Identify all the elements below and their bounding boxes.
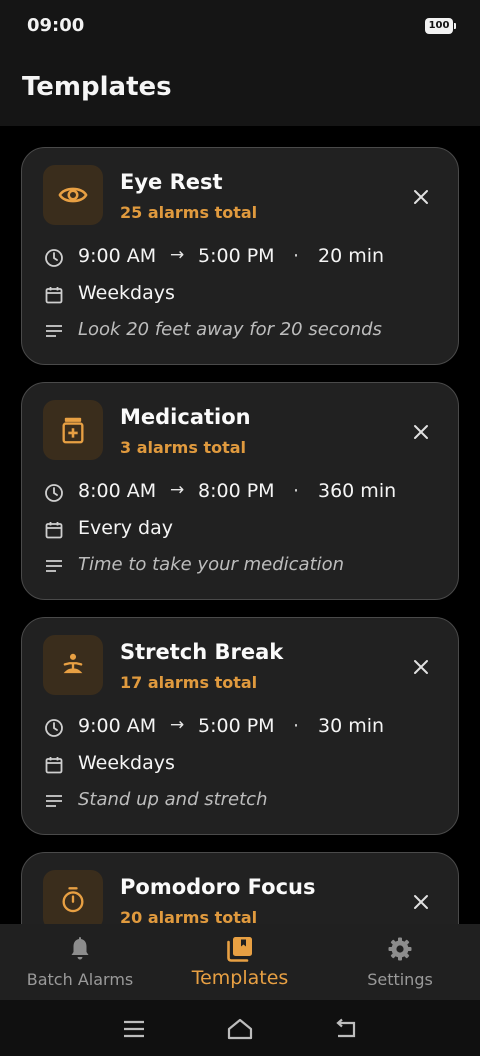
alarm-count: 17 alarms total [120, 673, 258, 692]
template-name: Medication [120, 405, 251, 429]
end-time: 5:00 PM [198, 715, 275, 737]
interval: 20 min [318, 245, 385, 267]
separator-dot: · [293, 480, 300, 502]
separator-dot: · [293, 245, 300, 267]
nav-settings[interactable]: Settings [320, 924, 480, 1000]
alarm-count: 3 alarms total [120, 438, 247, 457]
interval: 360 min [318, 480, 397, 502]
clock-icon [43, 247, 65, 269]
bell-icon [0, 934, 160, 964]
days-row: Weekdays [22, 752, 458, 778]
calendar-icon [43, 754, 65, 776]
timer-icon [43, 870, 103, 924]
template-name: Eye Rest [120, 170, 223, 194]
status-bar: 09:00 100 [0, 0, 480, 52]
status-time: 09:00 [27, 15, 85, 36]
start-time: 9:00 AM [78, 245, 157, 267]
message-row: Look 20 feet away for 20 seconds [22, 319, 458, 345]
time-range-row: 9:00 AM → 5:00 PM · 30 min [22, 715, 458, 741]
bottom-nav: Batch Alarms Templates Settings [0, 924, 480, 1000]
notes-icon [43, 320, 65, 342]
back-icon[interactable] [333, 1016, 359, 1042]
days-row: Weekdays [22, 282, 458, 308]
days: Weekdays [78, 752, 175, 774]
days: Weekdays [78, 282, 175, 304]
nav-label: Templates [191, 967, 289, 989]
nav-templates[interactable]: Templates [160, 924, 320, 1000]
alarm-count: 20 alarms total [120, 908, 258, 924]
message-row: Stand up and stretch [22, 789, 458, 815]
arrow-icon: → [170, 480, 185, 500]
message: Look 20 feet away for 20 seconds [78, 319, 382, 340]
delete-template-button[interactable] [408, 889, 434, 915]
arrow-icon: → [170, 715, 185, 735]
message: Time to take your medication [78, 554, 345, 575]
delete-template-button[interactable] [408, 654, 434, 680]
template-card-stretch-break[interactable]: Stretch Break 17 alarms total 9:00 AM → … [21, 617, 459, 835]
calendar-icon [43, 284, 65, 306]
delete-template-button[interactable] [408, 419, 434, 445]
medication-icon [43, 400, 103, 460]
gear-icon [320, 934, 480, 964]
message-row: Time to take your medication [22, 554, 458, 580]
template-card-pomodoro-focus[interactable]: Pomodoro Focus 20 alarms total [21, 852, 459, 924]
start-time: 9:00 AM [78, 715, 157, 737]
app-bar: Templates [0, 52, 480, 126]
notes-icon [43, 790, 65, 812]
meditation-icon [43, 635, 103, 695]
arrow-icon: → [170, 245, 185, 265]
time-range-row: 8:00 AM → 8:00 PM · 360 min [22, 480, 458, 506]
clock-icon [43, 482, 65, 504]
clock-icon [43, 717, 65, 739]
calendar-icon [43, 519, 65, 541]
nav-label: Batch Alarms [26, 970, 134, 989]
system-nav-bar [0, 1000, 480, 1056]
delete-template-button[interactable] [408, 184, 434, 210]
nav-label: Settings [367, 970, 433, 989]
end-time: 5:00 PM [198, 245, 275, 267]
notes-icon [43, 555, 65, 577]
templates-icon [160, 934, 320, 964]
time-range-row: 9:00 AM → 5:00 PM · 20 min [22, 245, 458, 271]
template-name: Stretch Break [120, 640, 284, 664]
template-name: Pomodoro Focus [120, 875, 316, 899]
start-time: 8:00 AM [78, 480, 157, 502]
menu-icon[interactable] [121, 1016, 147, 1042]
interval: 30 min [318, 715, 385, 737]
separator-dot: · [293, 715, 300, 737]
days: Every day [78, 517, 173, 539]
nav-batch-alarms[interactable]: Batch Alarms [0, 924, 160, 1000]
eye-icon [43, 165, 103, 225]
days-row: Every day [22, 517, 458, 543]
message: Stand up and stretch [78, 789, 268, 810]
alarm-count: 25 alarms total [120, 203, 258, 222]
battery-icon: 100 [425, 18, 456, 34]
template-card-medication[interactable]: Medication 3 alarms total 8:00 AM → 8:00… [21, 382, 459, 600]
template-card-eye-rest[interactable]: Eye Rest 25 alarms total 9:00 AM → 5:00 … [21, 147, 459, 365]
end-time: 8:00 PM [198, 480, 275, 502]
home-icon[interactable] [227, 1016, 253, 1042]
template-list[interactable]: Eye Rest 25 alarms total 9:00 AM → 5:00 … [0, 126, 480, 924]
page-title: Templates [22, 72, 172, 102]
